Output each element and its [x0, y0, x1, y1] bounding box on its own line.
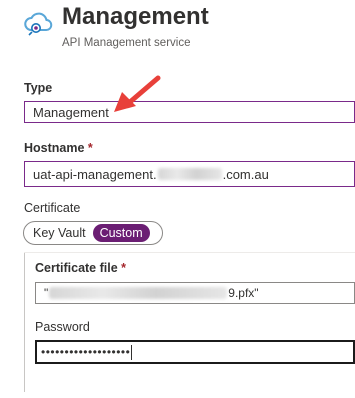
certificate-file-value-prefix: "	[44, 286, 49, 300]
red-arrow-icon	[114, 75, 161, 112]
redacted-text	[157, 168, 222, 180]
type-label: Type	[24, 81, 53, 95]
panel-border	[24, 252, 25, 392]
page-title: Management	[62, 3, 209, 30]
hostname-input[interactable]: uat-api-management. .com.au	[24, 161, 355, 187]
page-subtitle: API Management service	[62, 37, 191, 49]
hostname-value-prefix: uat-api-management.	[33, 166, 157, 182]
certificate-file-picker[interactable]: " 9.pfx"	[35, 282, 355, 304]
hostname-label: Hostname *	[24, 141, 93, 155]
certificate-source-toggle[interactable]: Key Vault Custom	[23, 221, 163, 245]
required-asterisk: *	[87, 141, 93, 155]
certificate-file-value-suffix: 9.pfx"	[228, 286, 259, 300]
api-management-cloud-icon	[24, 12, 53, 36]
panel-divider	[24, 252, 355, 253]
required-asterisk: *	[121, 261, 127, 275]
certificate-file-label: Certificate file *	[35, 261, 127, 275]
toggle-option-custom[interactable]: Custom	[92, 224, 150, 242]
toggle-option-key-vault[interactable]: Key Vault	[26, 224, 93, 242]
password-label: Password	[35, 320, 90, 334]
type-field[interactable]: Management	[24, 101, 355, 123]
redacted-text	[49, 287, 228, 299]
certificate-label: Certificate	[24, 201, 81, 215]
password-value: •••••••••••••••••••	[41, 345, 131, 359]
type-value: Management	[33, 104, 109, 120]
text-cursor	[131, 344, 133, 360]
hostname-value-suffix: .com.au	[222, 166, 269, 182]
password-input[interactable]: •••••••••••••••••••	[35, 340, 355, 364]
